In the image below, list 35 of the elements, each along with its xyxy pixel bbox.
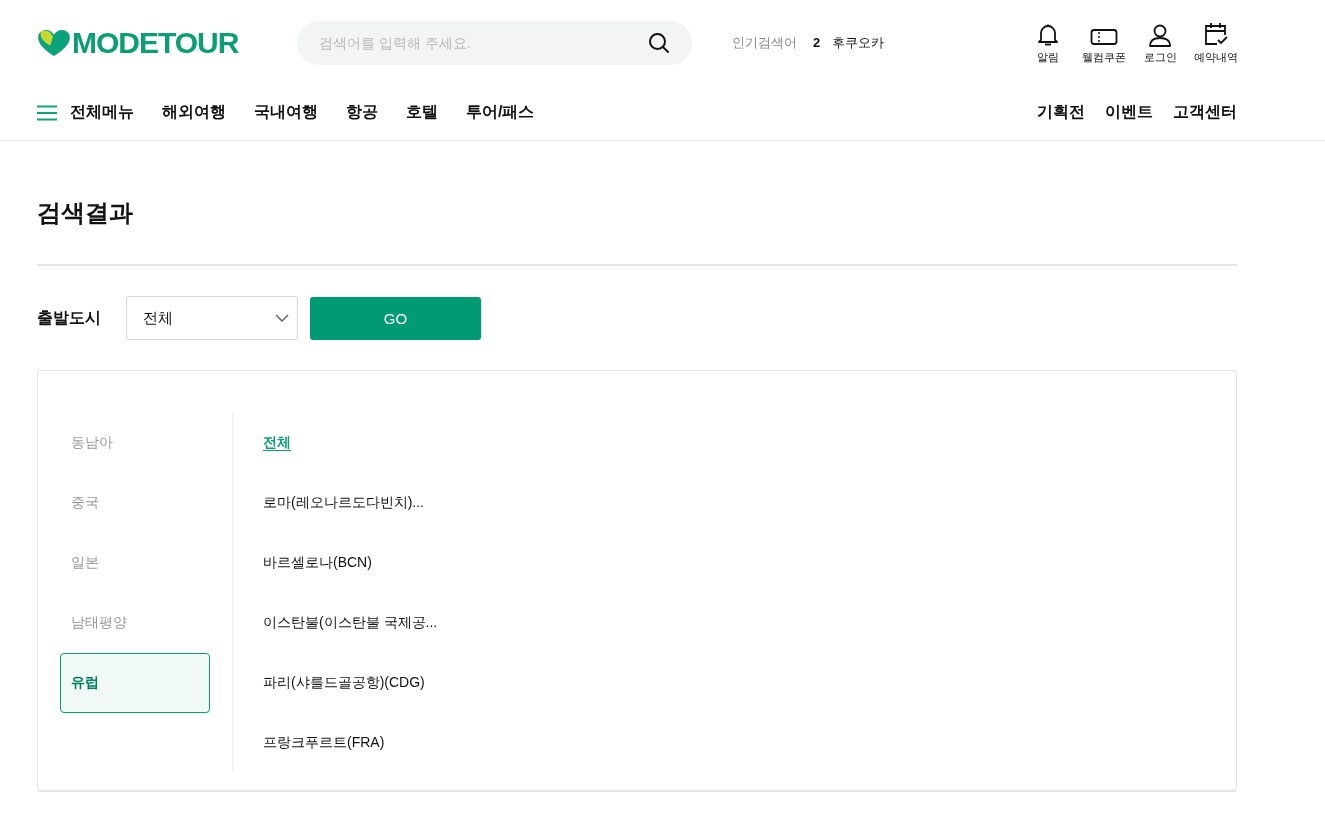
city-link[interactable]: 파리(샤를드골공항)(CDG) <box>263 653 438 713</box>
ticket-icon <box>1090 26 1118 47</box>
city-link[interactable]: 바르셀로나(BCN) <box>263 533 438 593</box>
page-title: 검색결과 <box>37 141 1237 266</box>
popular-search-label: 인기검색어 <box>732 33 797 52</box>
all-menu-button[interactable]: 전체메뉴 <box>37 102 134 123</box>
city-link[interactable]: 로마(레오나르도다빈치)... <box>263 473 438 533</box>
search-field[interactable]: 검색어를 입력해 주세요. <box>297 20 692 65</box>
city-link[interactable]: 이스탄불(이스탄불 국제공... <box>263 593 438 653</box>
city-link[interactable]: 프랑크푸르트(FRA) <box>263 713 438 773</box>
departure-city-label: 출발도시 <box>37 307 102 328</box>
menu-icon <box>37 104 57 121</box>
shortcut-link[interactable]: 예약내역 <box>1195 20 1237 65</box>
region-tab[interactable]: 유럽 <box>60 653 210 713</box>
calendar-check-icon <box>1203 20 1229 47</box>
chevron-down-icon <box>275 314 289 322</box>
nav-link[interactable]: 국내여행 <box>254 102 318 123</box>
heart-logo-icon <box>37 28 71 57</box>
shortcut-link[interactable]: 웰컴쿠폰 <box>1083 20 1125 65</box>
nav-link[interactable]: 이벤트 <box>1105 102 1153 123</box>
shortcut-link[interactable]: 로그인 <box>1139 20 1181 65</box>
nav-link[interactable]: 항공 <box>346 102 378 123</box>
nav-link[interactable]: 기획전 <box>1037 102 1085 123</box>
nav-link[interactable]: 고객센터 <box>1173 102 1237 123</box>
shortcut-link[interactable]: 알림 <box>1027 20 1069 65</box>
departure-city-select[interactable]: 전체 <box>126 296 298 340</box>
go-button[interactable]: GO <box>310 296 481 340</box>
nav-link[interactable]: 투어/패스 <box>466 102 535 123</box>
popular-keyword-link[interactable]: 후쿠오카 <box>832 33 885 52</box>
nav-link[interactable]: 해외여행 <box>162 102 226 123</box>
user-icon <box>1148 22 1172 47</box>
bell-icon <box>1037 22 1059 47</box>
nav-link[interactable]: 호텔 <box>406 102 438 123</box>
popular-rank: 2 <box>813 35 821 50</box>
search-icon[interactable] <box>648 31 670 54</box>
